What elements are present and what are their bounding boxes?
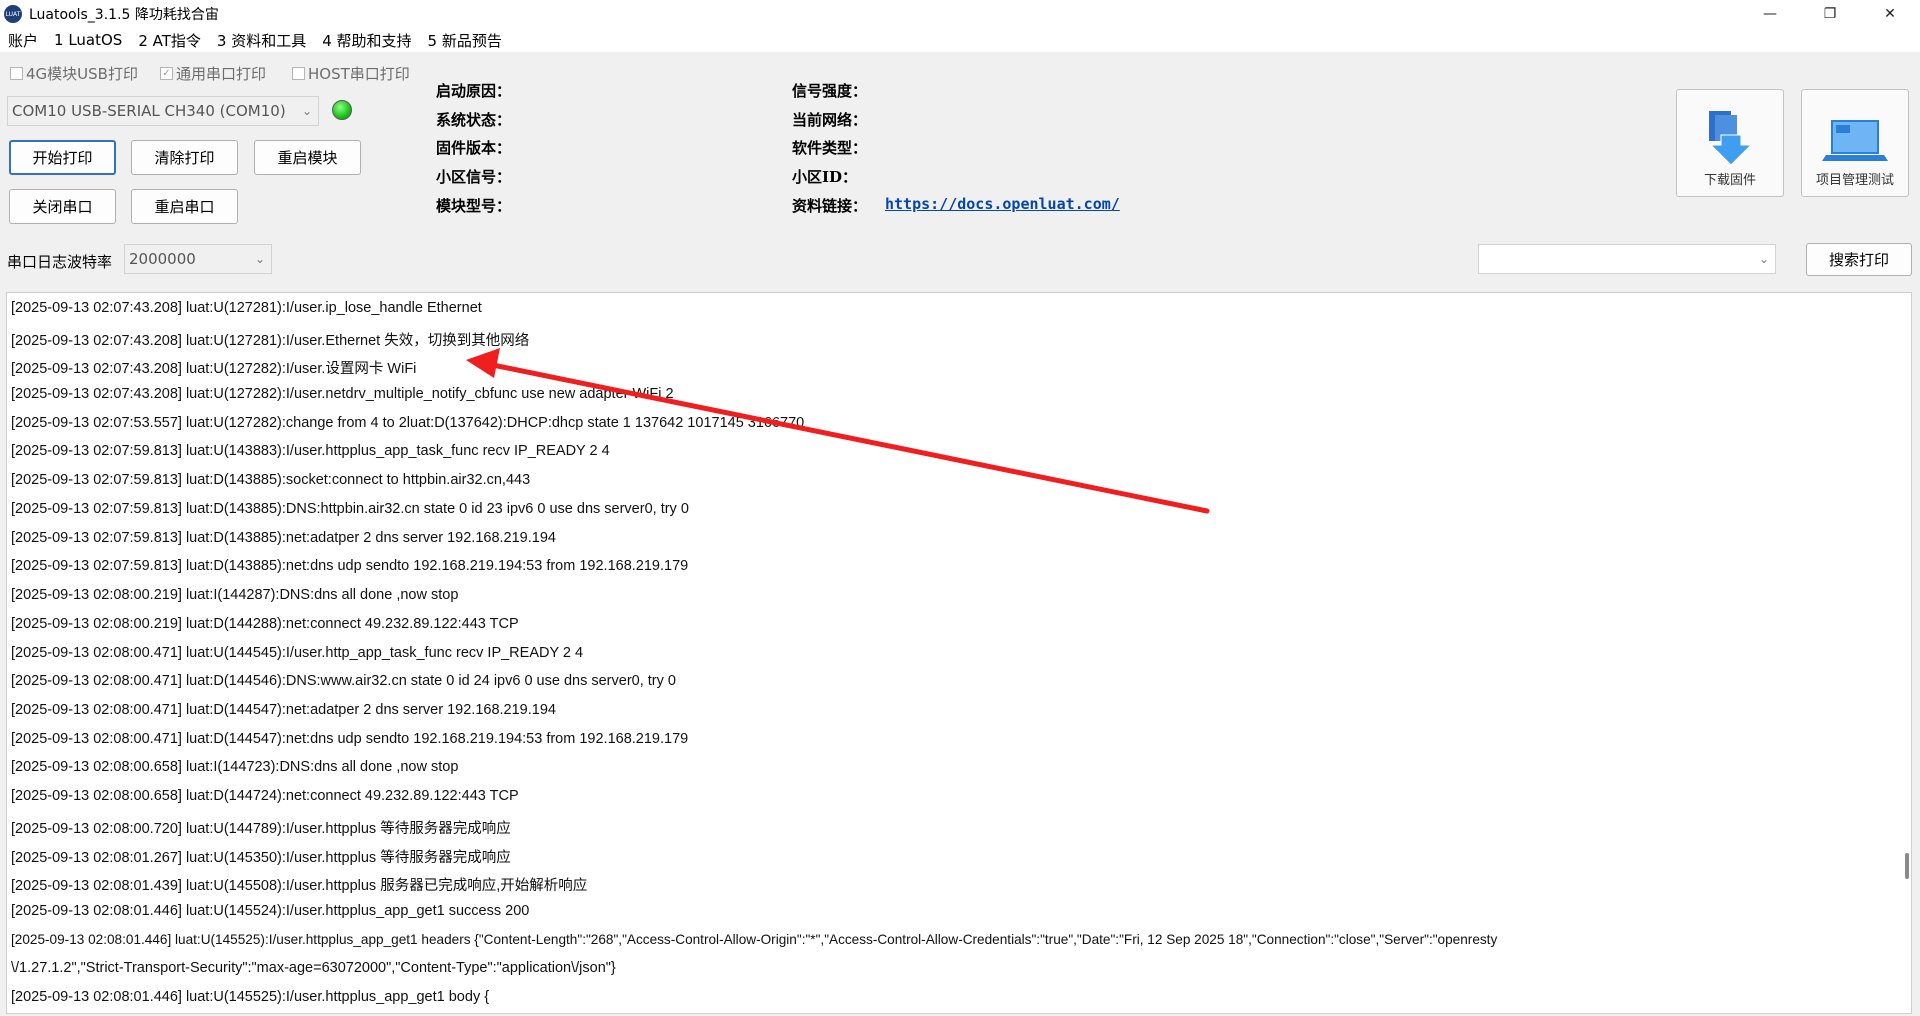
log-line: [2025-09-13 02:07:59.813] luat:D(143885)…: [11, 501, 689, 517]
maximize-icon[interactable]: ❐: [1800, 0, 1860, 28]
log-line: [2025-09-13 02:08:00.471] luat:D(144547)…: [11, 702, 556, 718]
baud-rate-label: 串口日志波特率: [7, 253, 113, 271]
download-firmware-button[interactable]: 下载固件: [1676, 89, 1784, 197]
checkbox-label: 通用串口打印: [176, 65, 267, 83]
docs-link-label: 资料链接：: [792, 197, 868, 215]
menu-new-products[interactable]: 5 新品预告: [420, 30, 510, 51]
minimize-icon[interactable]: —: [1740, 0, 1800, 28]
module-model-label: 模块型号：: [436, 197, 512, 215]
close-icon[interactable]: ✕: [1860, 0, 1920, 28]
restart-port-button[interactable]: 重启串口: [131, 189, 238, 224]
checkbox-box[interactable]: [292, 67, 305, 80]
menu-help-support[interactable]: 4 帮助和支持: [314, 30, 419, 51]
checkbox-box[interactable]: [10, 67, 23, 80]
download-firmware-label: 下载固件: [1703, 173, 1756, 188]
log-line: [2025-09-13 02:07:59.813] luat:U(143883)…: [11, 443, 610, 459]
clear-print-button[interactable]: 清除打印: [131, 140, 238, 175]
log-output[interactable]: [2025-09-13 02:07:43.208] luat:U(127281)…: [6, 292, 1912, 1014]
window-title: Luatools_3.1.5 降功耗找合宙: [29, 7, 219, 23]
menu-account[interactable]: 账户: [0, 30, 46, 51]
log-line: [2025-09-13 02:08:00.471] luat:D(144547)…: [11, 731, 689, 747]
log-line: [2025-09-13 02:07:59.813] luat:D(143885)…: [11, 558, 689, 574]
software-type-label: 软件类型：: [792, 139, 868, 157]
host-print-checkbox[interactable]: HOST串口打印: [292, 63, 410, 84]
cell-signal-label: 小区信号：: [436, 168, 512, 186]
port-select[interactable]: COM10 USB-SERIAL CH340 (COM10) ⌄: [7, 96, 319, 126]
baud-rate-select[interactable]: 2000000 ⌄: [124, 244, 272, 274]
log-line: [2025-09-13 02:08:00.219] luat:I(144287)…: [11, 587, 459, 603]
search-select[interactable]: ⌄: [1478, 244, 1776, 274]
chevron-down-icon: ⌄: [1758, 252, 1769, 266]
log-line: [2025-09-13 02:07:53.557] luat:U(127282)…: [11, 415, 805, 431]
log-line: [2025-09-13 02:08:00.658] luat:D(144724)…: [11, 788, 519, 804]
usb-print-checkbox[interactable]: 4G模块USB打印: [10, 63, 138, 84]
docs-link[interactable]: https://docs.openluat.com/: [885, 195, 1120, 213]
log-line: [2025-09-13 02:08:01.439] luat:U(145508)…: [11, 878, 588, 894]
chevron-down-icon: ⌄: [301, 104, 312, 118]
project-test-button[interactable]: 项目管理测试: [1801, 89, 1909, 197]
close-port-button[interactable]: 关闭串口: [9, 189, 116, 224]
log-line: [2025-09-13 02:07:43.208] luat:U(127282)…: [11, 361, 417, 377]
log-line: [2025-09-13 02:07:43.208] luat:U(127282)…: [11, 386, 674, 402]
download-icon: [1709, 111, 1753, 166]
log-line: \/1.27.1.2","Strict-Transport-Security":…: [11, 960, 616, 976]
current-network-label: 当前网络：: [792, 111, 868, 129]
project-test-label: 项目管理测试: [1815, 173, 1894, 188]
log-line: [2025-09-13 02:08:00.471] luat:D(144546)…: [11, 673, 676, 689]
checkbox-label: 4G模块USB打印: [26, 65, 138, 83]
log-line: [2025-09-13 02:07:43.208] luat:U(127281)…: [11, 300, 482, 316]
log-line: [2025-09-13 02:07:43.208] luat:U(127281)…: [11, 333, 530, 349]
title-bar: LUAT Luatools_3.1.5 降功耗找合宙 — ❐ ✕: [0, 0, 1920, 28]
system-state-label: 系统状态：: [436, 111, 512, 129]
menu-bar: 账户 1 LuatOS 2 AT指令 3 资料和工具 4 帮助和支持 5 新品预…: [0, 28, 1920, 52]
status-led: [332, 100, 352, 120]
chevron-down-icon: ⌄: [254, 252, 265, 266]
log-line: [2025-09-13 02:07:59.813] luat:D(143885)…: [11, 530, 556, 546]
laptop-icon: [1822, 120, 1888, 161]
firmware-version-label: 固件版本：: [436, 139, 512, 157]
scrollbar-thumb[interactable]: [1905, 853, 1909, 879]
menu-at-commands[interactable]: 2 AT指令: [130, 30, 209, 51]
restart-module-button[interactable]: 重启模块: [254, 140, 361, 175]
log-line: [2025-09-13 02:08:00.658] luat:I(144723)…: [11, 759, 459, 775]
log-line: [2025-09-13 02:08:00.219] luat:D(144288)…: [11, 616, 519, 632]
log-scrollbar[interactable]: [1901, 293, 1911, 1013]
log-line: [2025-09-13 02:08:01.446] luat:U(145524)…: [11, 903, 530, 919]
log-line: [2025-09-13 02:08:01.446] luat:U(145525)…: [11, 932, 1498, 947]
checkbox-label: HOST串口打印: [308, 65, 410, 83]
log-line: [2025-09-13 02:07:59.813] luat:D(143885)…: [11, 472, 531, 488]
log-line: [2025-09-13 02:08:00.471] luat:U(144545)…: [11, 645, 584, 661]
start-print-button[interactable]: 开始打印: [9, 140, 116, 175]
baud-rate-value: 2000000: [129, 250, 196, 268]
search-print-button[interactable]: 搜索打印: [1806, 243, 1912, 276]
log-line: [2025-09-13 02:08:01.267] luat:U(145350)…: [11, 850, 511, 866]
luatools-logo-icon: LUAT: [4, 5, 22, 23]
cell-id-label: 小区ID：: [792, 168, 858, 186]
checkbox-box[interactable]: ✓: [160, 67, 173, 80]
menu-luatos[interactable]: 1 LuatOS: [46, 31, 130, 49]
log-line: [2025-09-13 02:08:00.720] luat:U(144789)…: [11, 821, 511, 837]
log-line: [2025-09-13 02:08:01.446] luat:U(145525)…: [11, 989, 490, 1005]
menu-resources-tools[interactable]: 3 资料和工具: [209, 30, 314, 51]
serial-print-checkbox[interactable]: ✓ 通用串口打印: [160, 63, 266, 84]
signal-strength-label: 信号强度：: [792, 82, 868, 100]
boot-reason-label: 启动原因：: [436, 82, 512, 100]
port-select-value: COM10 USB-SERIAL CH340 (COM10): [12, 102, 286, 120]
